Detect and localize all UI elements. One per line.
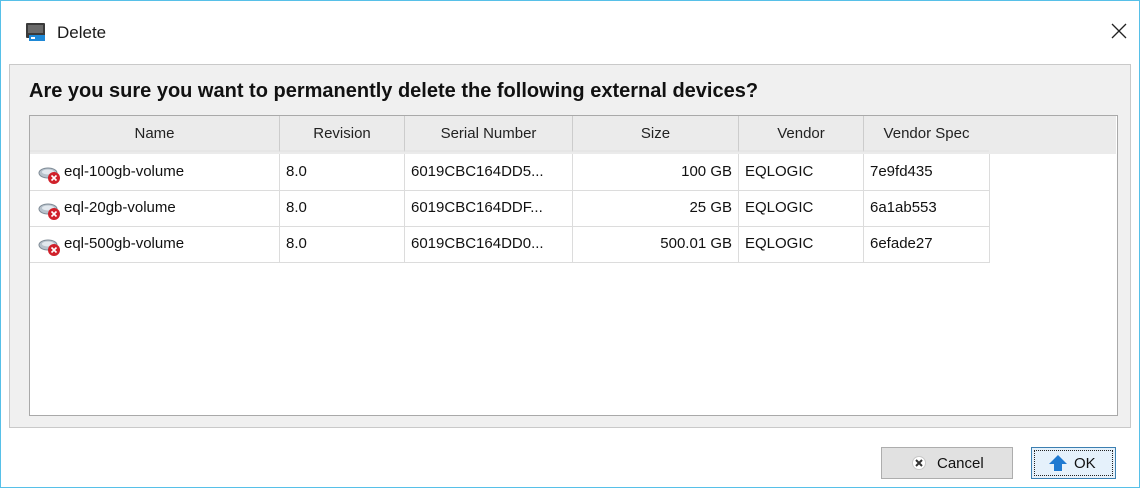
storage-app-icon	[25, 22, 47, 42]
cell-vendor-spec: 6efade27	[864, 226, 990, 263]
table-row[interactable]: eql-500gb-volume 8.0 6019CBC164DD0... 50…	[30, 226, 990, 263]
cancel-button[interactable]: Cancel	[881, 447, 1013, 479]
device-name: eql-20gb-volume	[64, 199, 176, 216]
close-button[interactable]	[1099, 11, 1139, 51]
devices-table[interactable]: Name Revision Serial Number Size Vendor …	[29, 115, 1118, 416]
table-row[interactable]: eql-20gb-volume 8.0 6019CBC164DDF... 25 …	[30, 190, 990, 227]
cell-revision: 8.0	[280, 154, 405, 191]
cell-size: 25 GB	[573, 190, 739, 227]
dialog-content: Are you sure you want to permanently del…	[9, 64, 1131, 428]
column-header-serial-number[interactable]: Serial Number	[405, 116, 573, 152]
header-filler	[989, 116, 1116, 154]
cell-serial-number: 6019CBC164DD0...	[405, 226, 573, 263]
ok-button[interactable]: OK	[1031, 447, 1116, 479]
column-header-name[interactable]: Name	[30, 116, 280, 152]
column-header-vendor-spec[interactable]: Vendor Spec	[864, 116, 990, 152]
confirmation-question: Are you sure you want to permanently del…	[29, 80, 759, 102]
delete-dialog: Delete Are you sure you want to permanen…	[0, 0, 1140, 488]
column-header-revision[interactable]: Revision	[280, 116, 405, 152]
x-icon	[912, 456, 926, 474]
cell-size: 100 GB	[573, 154, 739, 191]
title-bar[interactable]: Delete	[1, 1, 1139, 63]
cell-vendor-spec: 6a1ab553	[864, 190, 990, 227]
column-header-size[interactable]: Size	[573, 116, 739, 152]
cell-vendor: EQLOGIC	[739, 154, 864, 191]
dialog-title: Delete	[57, 23, 107, 42]
cell-revision: 8.0	[280, 226, 405, 263]
cell-revision: 8.0	[280, 190, 405, 227]
cell-size: 500.01 GB	[573, 226, 739, 263]
ok-label: OK	[1074, 455, 1096, 472]
cell-name: eql-20gb-volume	[30, 190, 280, 227]
cell-serial-number: 6019CBC164DD5...	[405, 154, 573, 191]
table-row[interactable]: eql-100gb-volume 8.0 6019CBC164DD5... 10…	[30, 154, 990, 191]
cell-vendor-spec: 7e9fd435	[864, 154, 990, 191]
cell-vendor: EQLOGIC	[739, 190, 864, 227]
cell-name: eql-100gb-volume	[30, 154, 280, 191]
device-name: eql-500gb-volume	[64, 235, 185, 252]
table-header: Name Revision Serial Number Size Vendor …	[30, 116, 1116, 154]
device-name: eql-100gb-volume	[64, 163, 185, 180]
disk-volume-error-icon	[37, 199, 63, 220]
cancel-label: Cancel	[937, 455, 984, 472]
up-arrow-icon	[1048, 454, 1068, 476]
disk-volume-error-icon	[37, 235, 63, 256]
disk-volume-error-icon	[37, 163, 63, 184]
cell-serial-number: 6019CBC164DDF...	[405, 190, 573, 227]
close-icon	[1111, 23, 1127, 39]
cell-name: eql-500gb-volume	[30, 226, 280, 263]
column-header-vendor[interactable]: Vendor	[739, 116, 864, 152]
cell-vendor: EQLOGIC	[739, 226, 864, 263]
